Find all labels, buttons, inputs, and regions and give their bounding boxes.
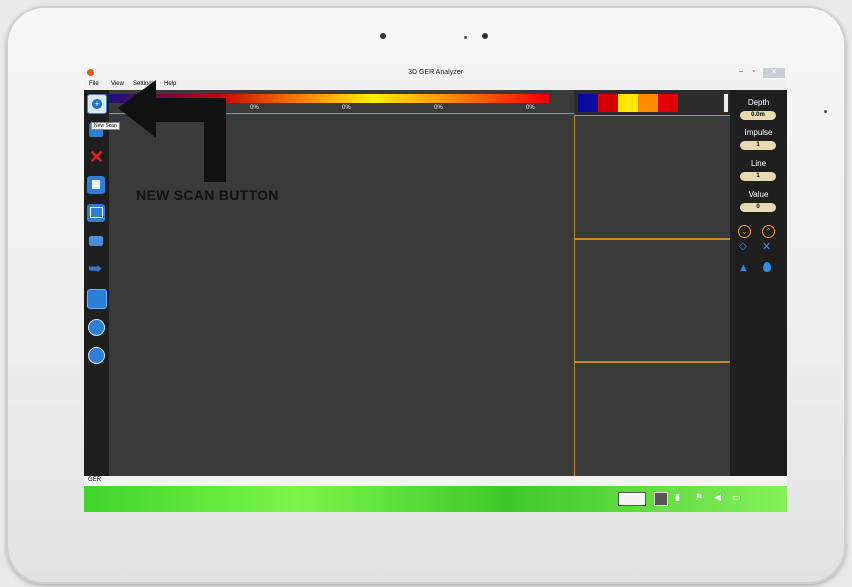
undo-button[interactable]: ➥ bbox=[87, 259, 105, 278]
scale-label: 0% bbox=[434, 105, 443, 111]
swatch-red[interactable] bbox=[598, 94, 618, 112]
view-panel-middle[interactable] bbox=[574, 239, 731, 362]
title-bar: 3D GER Analyzer – ▫ ✕ bbox=[84, 67, 787, 80]
export-button[interactable] bbox=[87, 204, 105, 222]
taskbar: ▮ ⚑ ◀ ▭ bbox=[84, 486, 787, 512]
scroll-up-icon[interactable]: ⌃ bbox=[762, 225, 775, 238]
zoom-in-icon bbox=[88, 319, 105, 336]
print-button[interactable] bbox=[87, 232, 105, 250]
depth-value: 0.0m bbox=[740, 111, 776, 120]
swatch-blue[interactable] bbox=[578, 94, 598, 112]
left-toolbar: + ✕ ➥ bbox=[84, 90, 109, 476]
triangle-icon[interactable]: ▲ bbox=[738, 262, 749, 274]
swatch-yellow[interactable] bbox=[618, 94, 638, 112]
scale-label: 0% bbox=[342, 105, 351, 111]
swatch-red-2[interactable] bbox=[658, 94, 678, 112]
expand-icon[interactable]: ◇ bbox=[739, 241, 747, 252]
depth-label: Depth bbox=[747, 98, 770, 107]
show-hidden-icons-button[interactable] bbox=[654, 492, 668, 506]
print-icon bbox=[89, 236, 103, 246]
line-label: Line bbox=[750, 159, 767, 168]
action-center-icon[interactable]: ⚑ bbox=[695, 492, 705, 504]
value-label: Value bbox=[748, 190, 769, 199]
zoom-in-button[interactable] bbox=[87, 318, 105, 336]
sensor-icon bbox=[482, 33, 488, 39]
swatch-orange[interactable] bbox=[638, 94, 658, 112]
value-value: 0 bbox=[740, 203, 776, 212]
menu-file[interactable]: File bbox=[89, 81, 99, 87]
new-scan-icon: + bbox=[92, 99, 102, 109]
annotation-label: NEW SCAN BUTTON bbox=[136, 187, 279, 203]
export-icon bbox=[90, 207, 103, 218]
power-icon[interactable]: ▭ bbox=[732, 492, 744, 504]
color-swatch-bar bbox=[578, 94, 678, 112]
close-button[interactable]: ✕ bbox=[763, 68, 785, 78]
keyboard-icon[interactable] bbox=[618, 492, 646, 506]
impulse-value: 1 bbox=[740, 141, 776, 150]
collapse-icon[interactable]: ✕ bbox=[762, 240, 771, 253]
zoom-out-icon bbox=[88, 347, 105, 364]
side-dot bbox=[824, 110, 827, 113]
view-panel-top[interactable] bbox=[574, 115, 731, 239]
annotation-arrow-icon bbox=[118, 80, 226, 182]
network-icon[interactable]: ▮ bbox=[675, 492, 685, 504]
scale-label: 0% bbox=[526, 105, 535, 111]
save-icon bbox=[92, 180, 100, 189]
status-text: GER bbox=[88, 477, 102, 483]
line-value: 1 bbox=[740, 172, 776, 181]
minimize-button[interactable]: – bbox=[739, 68, 743, 75]
delete-button[interactable]: ✕ bbox=[87, 147, 105, 167]
camera-icon bbox=[380, 33, 386, 39]
status-bar: GER bbox=[84, 476, 787, 486]
sensor-dot bbox=[464, 36, 467, 39]
save-button[interactable] bbox=[87, 176, 105, 194]
readout-panel: Depth 0.0m Impulse 1 Line 1 Value 0 ⌄ ⌃ … bbox=[730, 90, 787, 476]
drop-icon[interactable] bbox=[763, 262, 771, 272]
view-panel-bottom[interactable] bbox=[574, 362, 731, 477]
zoom-out-button[interactable] bbox=[87, 346, 105, 364]
scroll-down-icon[interactable]: ⌄ bbox=[738, 225, 751, 238]
volume-icon[interactable]: ◀ bbox=[714, 492, 724, 504]
undo-icon: ➥ bbox=[88, 259, 103, 278]
delete-icon: ✕ bbox=[89, 147, 105, 167]
new-scan-tooltip: New Scan bbox=[91, 122, 120, 130]
scale-label: 0% bbox=[250, 105, 259, 111]
impulse-label: Impulse bbox=[744, 128, 773, 137]
new-scan-button[interactable]: + bbox=[87, 94, 107, 114]
grid-button[interactable] bbox=[87, 289, 107, 309]
window-title: 3D GER Analyzer bbox=[408, 69, 463, 76]
maximize-button[interactable]: ▫ bbox=[753, 68, 755, 75]
color-slider-handle[interactable] bbox=[724, 94, 728, 112]
